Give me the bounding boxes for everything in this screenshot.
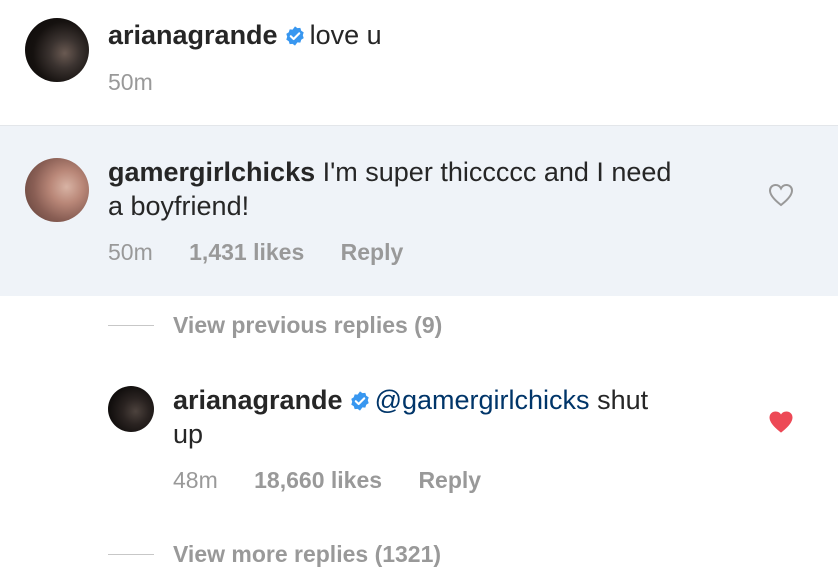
caption-username[interactable]: arianagrande	[108, 20, 278, 50]
reply-time: 48m	[173, 467, 218, 493]
verified-badge-icon	[285, 26, 304, 46]
comment-likes[interactable]: 1,431 likes	[189, 239, 304, 265]
reply-username[interactable]: arianagrande	[173, 385, 343, 415]
avatar[interactable]	[108, 386, 154, 432]
avatar[interactable]	[25, 158, 89, 222]
heart-filled-icon[interactable]	[768, 410, 794, 434]
view-more-replies-link[interactable]: View more replies (1321)	[173, 540, 441, 568]
comment-meta: 50m 1,431 likes Reply	[108, 238, 433, 266]
comment-text-line1: I'm super thiccccc and I need	[322, 157, 672, 187]
caption-meta: 50m	[108, 68, 183, 96]
highlighted-comment: gamergirlchicks I'm super thiccccc and I…	[0, 125, 838, 296]
reply-text-rest: shut	[597, 385, 649, 415]
thread-divider	[108, 325, 154, 326]
caption-text-row: arianagrande love u	[108, 18, 382, 52]
reply-mention[interactable]: @gamergirlchicks	[375, 385, 590, 415]
reply-text-line2: up	[173, 419, 204, 449]
caption-text: love u	[309, 20, 382, 50]
comments-screen: arianagrande love u 50m gamergirlchicks …	[0, 0, 838, 578]
avatar[interactable]	[25, 18, 89, 82]
view-previous-replies-link[interactable]: View previous replies (9)	[173, 311, 442, 339]
comment-time: 50m	[108, 239, 153, 265]
comment-text-block: gamergirlchicks I'm super thiccccc and I…	[108, 155, 748, 223]
caption-time: 50m	[108, 69, 153, 95]
comment-text-line2: a boyfriend!	[108, 191, 250, 221]
comment-username[interactable]: gamergirlchicks	[108, 157, 315, 187]
thread-divider	[108, 554, 154, 555]
heart-outline-icon[interactable]	[768, 183, 794, 207]
post-caption: arianagrande love u 50m	[0, 0, 838, 125]
verified-badge-icon	[350, 391, 369, 411]
comment-reply-button[interactable]: Reply	[341, 239, 404, 265]
reply-reply-button[interactable]: Reply	[418, 467, 481, 493]
reply-text-block: arianagrande @gamergirlchicks shut up	[173, 383, 743, 451]
reply-meta: 48m 18,660 likes Reply	[173, 466, 511, 494]
reply-likes[interactable]: 18,660 likes	[254, 467, 382, 493]
